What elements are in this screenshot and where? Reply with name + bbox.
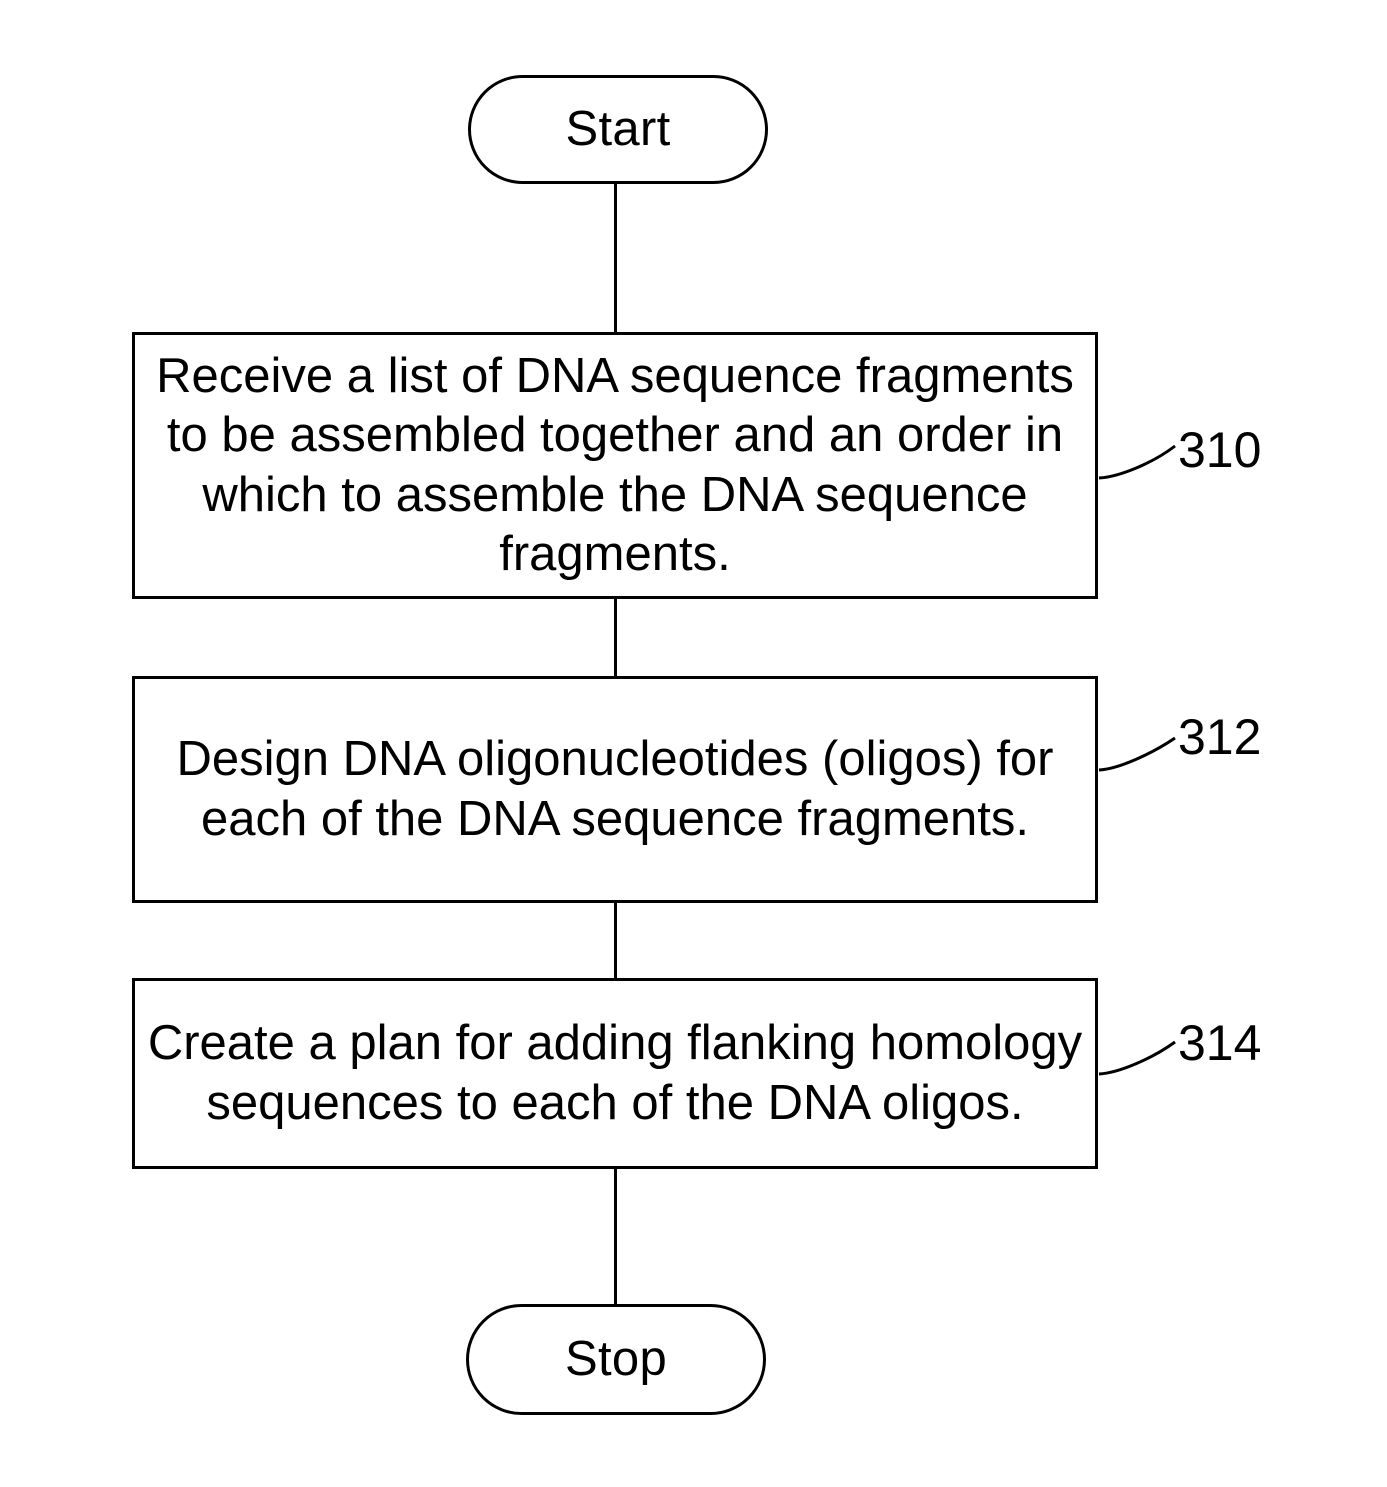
ref-numeral-310: 310 <box>1178 422 1262 478</box>
node-step310: Receive a list of DNA sequence fragments… <box>132 332 1098 599</box>
connector-step312-to-step314 <box>614 903 617 979</box>
node-start-label: Start <box>565 101 671 156</box>
node-step314: Create a plan for adding flanking homolo… <box>132 978 1098 1169</box>
node-step312-label: Design DNA oligonucleotides (oligos) for… <box>176 732 1054 846</box>
connector-step310-to-step312 <box>614 599 617 677</box>
node-start: Start <box>468 75 768 184</box>
node-stop-label: Stop <box>565 1331 667 1386</box>
flowchart-canvas: Start Receive a list of DNA sequence fra… <box>0 0 1387 1487</box>
connector-start-to-step310 <box>614 183 617 333</box>
node-step312: Design DNA oligonucleotides (oligos) for… <box>132 676 1098 903</box>
node-step314-label: Create a plan for adding flanking homolo… <box>147 1016 1083 1130</box>
connector-step314-to-stop <box>614 1169 617 1306</box>
ref-numeral-314: 314 <box>1178 1015 1262 1071</box>
node-stop: Stop <box>466 1304 766 1415</box>
ref-numeral-312: 312 <box>1178 709 1262 765</box>
node-step310-label: Receive a list of DNA sequence fragments… <box>156 348 1074 581</box>
